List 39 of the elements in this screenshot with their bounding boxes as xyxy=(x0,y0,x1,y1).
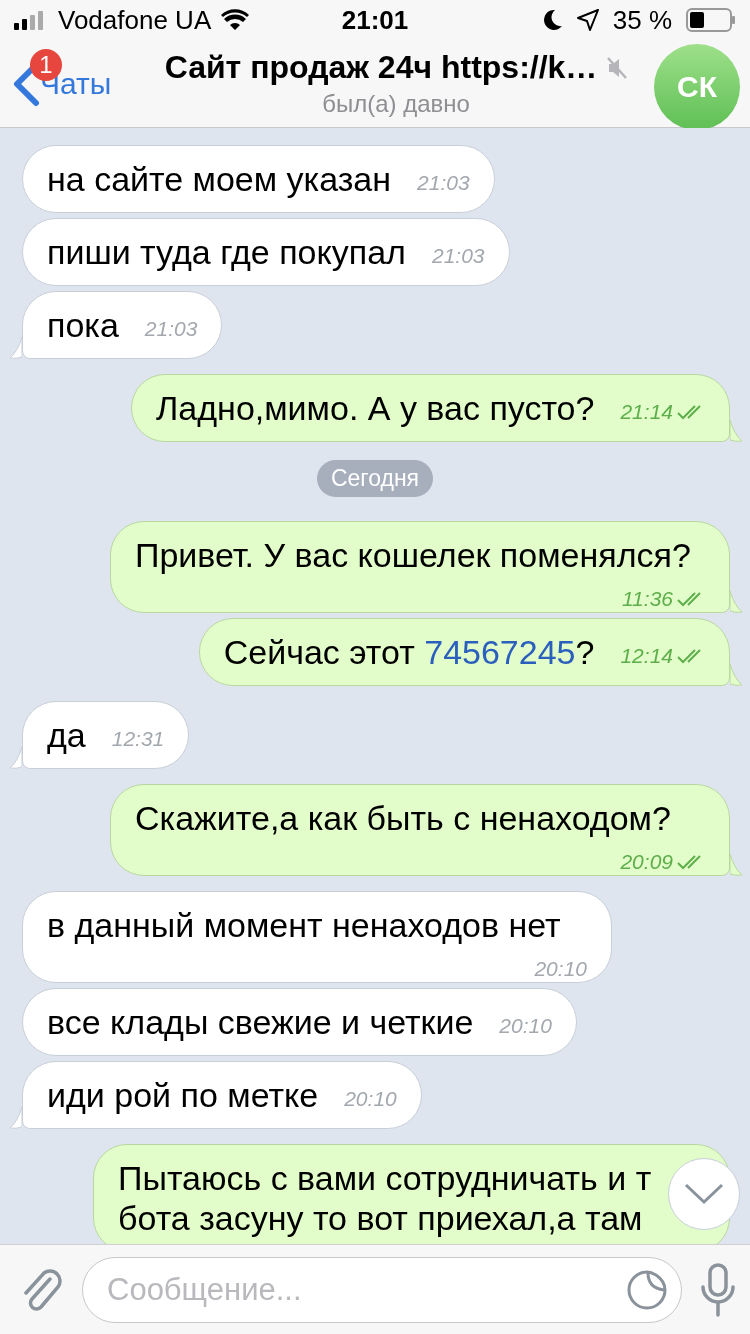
sticker-icon[interactable] xyxy=(626,1268,668,1311)
message-text: на сайте моем указан xyxy=(47,160,392,198)
message-text: Сейчас этот 74567245? xyxy=(223,633,595,671)
wifi-icon xyxy=(221,9,250,31)
chevron-down-icon xyxy=(684,1183,724,1205)
moon-icon xyxy=(542,9,563,31)
battery-percent: 35 % xyxy=(612,4,672,36)
message-time: 21:14 xyxy=(620,400,673,424)
message-time: 20:10 xyxy=(499,1014,552,1038)
message-text: Пытаюсь с вами сотрудничать и т xyxy=(118,1158,653,1198)
message-input-field[interactable]: Сообщение... xyxy=(82,1256,682,1323)
date-separator: Сегодня xyxy=(316,460,434,497)
chat-title: Сайт продаж 24ч https://k… xyxy=(164,49,598,86)
message-text: пока xyxy=(47,306,119,344)
message-text: пиши туда где покупал xyxy=(47,233,406,271)
message-text: Ладно,мимо. А у вас пусто? xyxy=(156,389,595,427)
microphone-icon[interactable] xyxy=(700,1262,736,1317)
message-time: 11:36 xyxy=(622,587,673,611)
message-time: 21:03 xyxy=(431,244,485,268)
message-time: 12:31 xyxy=(111,727,165,751)
message-text: иди рой по метке xyxy=(47,1076,319,1114)
message-time: 20:09 xyxy=(620,850,673,874)
message-time: 20:10 xyxy=(344,1087,397,1111)
message-text: Скажите,а как быть с ненаходом? xyxy=(135,799,671,837)
message-time: 12:14 xyxy=(620,644,673,668)
last-seen-status: был(а) давно xyxy=(322,90,470,118)
battery-icon xyxy=(686,8,736,32)
carrier-name: Vodafone UA xyxy=(58,4,212,36)
message-text: да xyxy=(47,716,86,754)
location-arrow-icon xyxy=(576,9,599,31)
message-time: 21:03 xyxy=(144,317,198,341)
message-time: 20:10 xyxy=(534,957,587,981)
message-text: Привет. У вас кошелек поменялся? xyxy=(135,536,691,574)
phone-link[interactable]: 74567245 xyxy=(424,633,576,671)
message-text: бота засуну то вот приехал,а там xyxy=(118,1198,644,1238)
message-text: все клады свежие и четкие xyxy=(47,1003,474,1041)
message-time: 21:03 xyxy=(417,171,470,195)
clock: 21:01 xyxy=(341,4,409,36)
message-text: в данный момент ненаходов нет xyxy=(47,906,561,944)
